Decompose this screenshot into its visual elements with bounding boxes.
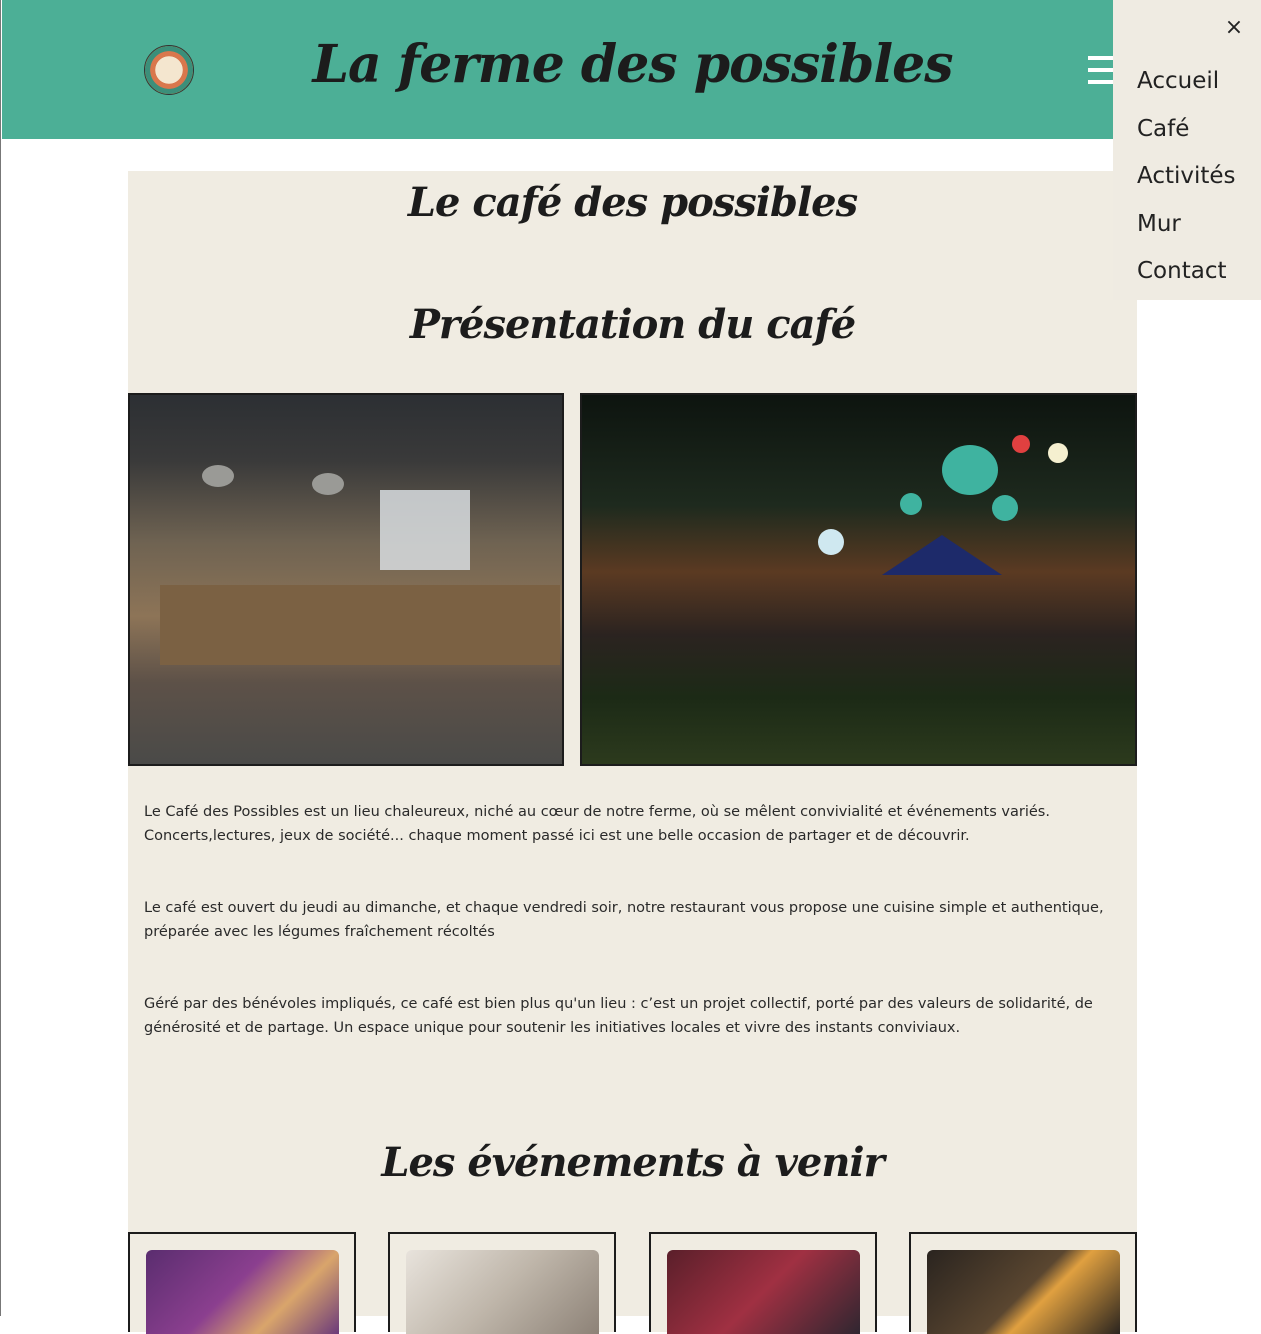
event-image[interactable] [667, 1250, 860, 1334]
wooden-counter-shape [160, 585, 560, 665]
pendant-lamp-shape [202, 465, 234, 487]
menu-item-activites[interactable]: Activités [1137, 163, 1236, 189]
event-card[interactable] [649, 1232, 877, 1334]
presentation-heading: Présentation du café [409, 301, 856, 348]
lantern-shape [992, 495, 1018, 521]
event-card[interactable] [909, 1232, 1137, 1334]
lantern-shape [942, 445, 998, 495]
event-card[interactable] [388, 1232, 616, 1334]
event-image[interactable] [927, 1250, 1120, 1334]
main-content: Le café des possibles Présentation du ca… [128, 171, 1137, 1334]
lantern-shape [818, 529, 844, 555]
events-heading: Les événements à venir [381, 1139, 884, 1186]
nav-menu-panel: × Accueil Café Activités Mur Contact [1113, 0, 1261, 300]
tent-shape [882, 535, 1002, 575]
site-header: La ferme des possibles [2, 0, 1261, 139]
event-card[interactable] [128, 1232, 356, 1334]
pendant-lamp-shape [312, 473, 344, 495]
lantern-shape [1048, 443, 1068, 463]
paragraph-hours: Le café est ouvert du jeudi au dimanche,… [144, 900, 1104, 940]
lantern-shape [1012, 435, 1030, 453]
menu-item-contact[interactable]: Contact [1137, 258, 1226, 284]
menu-item-cafe[interactable]: Café [1137, 116, 1189, 142]
paragraph-volunteers: Géré par des bénévoles impliqués, ce caf… [144, 996, 1093, 1036]
event-image[interactable] [406, 1250, 599, 1334]
page-title: Le café des possibles [407, 179, 858, 226]
event-image[interactable] [146, 1250, 339, 1334]
window-shape [380, 490, 470, 570]
site-title[interactable]: La ferme des possibles [2, 34, 1261, 95]
close-icon[interactable]: × [1223, 14, 1245, 42]
paragraph-intro: Le Café des Possibles est un lieu chaleu… [144, 804, 1050, 844]
cafe-terrace-photo [580, 393, 1137, 766]
lantern-shape [900, 493, 922, 515]
menu-item-mur[interactable]: Mur [1137, 211, 1181, 237]
menu-item-accueil[interactable]: Accueil [1137, 68, 1219, 94]
cafe-interior-photo [128, 393, 564, 766]
